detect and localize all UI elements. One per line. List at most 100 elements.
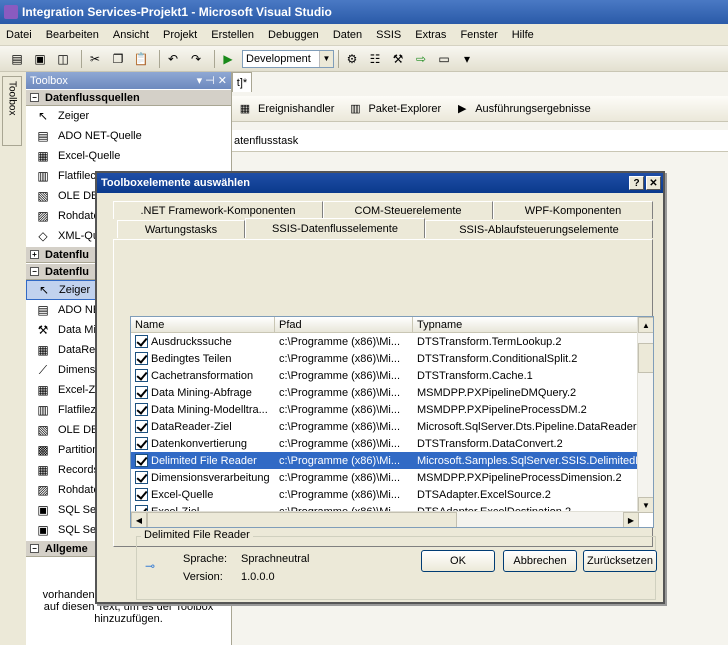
name-cell: Dimensionsverarbeitung (131, 471, 275, 484)
toolbar-options-icon[interactable]: ▾ (458, 50, 476, 68)
table-row[interactable]: Datenkonvertierung c:\Programme (x86)\Mi.… (131, 435, 653, 452)
ok-button[interactable]: OK (421, 550, 495, 572)
copy-icon[interactable]: ❐ (109, 50, 127, 68)
table-row[interactable]: Data Mining-Abfrage c:\Programme (x86)\Mi… (131, 384, 653, 401)
table-row[interactable]: Data Mining-Modelltra... c:\Programme (x8… (131, 401, 653, 418)
scroll-down-icon[interactable]: ▼ (638, 497, 653, 513)
menu-fenster[interactable]: Fenster (460, 29, 497, 41)
table-row[interactable]: DataReader-Ziel c:\Programme (x86)\Mi... M… (131, 418, 653, 435)
document-tab[interactable]: t]* (232, 72, 252, 92)
scroll-right-icon[interactable]: ▶ (623, 512, 639, 527)
chevron-down-icon[interactable]: ▼ (319, 50, 333, 67)
sql-server-icon: ▣ (37, 503, 49, 517)
item-checkbox[interactable] (135, 352, 148, 365)
toolbox-item-label: DataRe (58, 344, 96, 356)
save-icon[interactable]: ▣ (31, 50, 49, 68)
table-row[interactable]: Delimited File Reader c:\Programme (x86)\… (131, 452, 653, 469)
item-checkbox[interactable] (135, 471, 148, 484)
close-button[interactable]: ✕ (646, 176, 661, 190)
toolbox-item[interactable]: ↖ Zeiger (26, 106, 231, 126)
designer-subheader: atenflusstask (232, 130, 728, 152)
item-checkbox[interactable] (135, 488, 148, 501)
item-checkbox[interactable] (135, 437, 148, 450)
column-header-name[interactable]: Name (131, 317, 275, 332)
menu-daten[interactable]: Daten (333, 29, 362, 41)
help-button[interactable]: ? (629, 176, 644, 190)
toolbox-side-tab[interactable]: Toolbox (2, 76, 22, 146)
vertical-scrollbar[interactable]: ▲ ▼ (637, 317, 653, 513)
menu-bearbeiten[interactable]: Bearbeiten (46, 29, 99, 41)
scroll-thumb-horizontal[interactable] (147, 512, 457, 527)
toolbox-item-label: Rohdate (58, 484, 100, 496)
column-header-pfad[interactable]: Pfad (275, 317, 413, 332)
expand-icon[interactable]: + (30, 250, 39, 259)
table-row[interactable]: Ausdruckssuche c:\Programme (x86)\Mi... DT… (131, 333, 653, 350)
properties-icon[interactable]: ☷ (366, 50, 384, 68)
paste-icon[interactable]: 📋 (132, 50, 150, 68)
flatfile-source-icon: ▥ (37, 169, 49, 183)
toolbox-header-controls[interactable]: ▾ ⊣ ✕ (197, 74, 227, 87)
name-cell: DataReader-Ziel (131, 420, 275, 433)
reset-button[interactable]: Zurücksetzen (583, 550, 657, 572)
collapse-icon[interactable]: − (30, 544, 39, 553)
cut-icon[interactable]: ✂ (86, 50, 104, 68)
tab-wartungstasks[interactable]: Wartungstasks (117, 220, 245, 238)
window-icon[interactable]: ▭ (435, 50, 453, 68)
menu-debuggen[interactable]: Debuggen (268, 29, 319, 41)
menu-projekt[interactable]: Projekt (163, 29, 197, 41)
start-debug-icon[interactable]: ▶ (219, 50, 237, 68)
item-checkbox[interactable] (135, 420, 148, 433)
deploy-icon[interactable]: ⇨ (412, 50, 430, 68)
menu-erstellen[interactable]: Erstellen (211, 29, 254, 41)
column-header-typname[interactable]: Typname (413, 317, 639, 332)
scroll-left-icon[interactable]: ◀ (131, 512, 147, 527)
main-toolbar: ▤ ▣ ◫ ✂ ❐ 📋 ↶ ↷ ▶ Development ▼ ⚙ ☷ ⚒ ⇨ … (0, 46, 728, 72)
language-label: Sprache: (183, 553, 228, 565)
items-list[interactable]: Name Pfad Typname Ausdruckssuche c:\Program… (130, 316, 654, 528)
menu-ssis[interactable]: SSIS (376, 29, 401, 41)
designer-tab-1[interactable]: ▦ Ereignishandler (238, 102, 335, 116)
item-checkbox[interactable] (135, 386, 148, 399)
collapse-icon[interactable]: − (30, 267, 39, 276)
tab-com-steuerelemente[interactable]: COM-Steuerelemente (323, 201, 493, 219)
collapse-icon[interactable]: − (30, 93, 39, 102)
item-checkbox[interactable] (135, 369, 148, 382)
scroll-thumb[interactable] (638, 343, 653, 373)
item-name: Delimited File Reader (151, 454, 257, 467)
item-checkbox[interactable] (135, 403, 148, 416)
tab--net-framework-komponenten[interactable]: .NET Framework-Komponenten (113, 201, 323, 219)
table-row[interactable]: Bedingtes Teilen c:\Programme (x86)\Mi...… (131, 350, 653, 367)
menu-datei[interactable]: Datei (6, 29, 32, 41)
table-row[interactable]: Cachetransformation c:\Programme (x86)\Mi… (131, 367, 653, 384)
list-header: Name Pfad Typname (131, 317, 653, 333)
dialog-title: Toolboxelemente auswählen (101, 177, 250, 189)
designer-tab-2[interactable]: ▥ Paket-Explorer (348, 102, 441, 116)
tab-wpf-komponenten[interactable]: WPF-Komponenten (493, 201, 653, 219)
menu-hilfe[interactable]: Hilfe (512, 29, 534, 41)
undo-icon[interactable]: ↶ (164, 50, 182, 68)
toolbox-item[interactable]: ▦ Excel-Quelle (26, 146, 231, 166)
table-row[interactable]: Dimensionsverarbeitung c:\Programme (x86)… (131, 469, 653, 486)
toolbox-item[interactable]: ▤ ADO NET-Quelle (26, 126, 231, 146)
item-name: Datenkonvertierung (151, 437, 248, 450)
tab-ssis-datenflusselemente[interactable]: SSIS-Datenflusselemente (245, 218, 425, 238)
save-all-icon[interactable]: ◫ (54, 50, 72, 68)
package-explorer-icon: ▥ (350, 103, 361, 115)
menu-extras[interactable]: Extras (415, 29, 446, 41)
new-project-icon[interactable]: ▤ (8, 50, 26, 68)
solution-explorer-icon[interactable]: ⚙ (343, 50, 361, 68)
designer-tab-3[interactable]: ▶ Ausführungsergebnisse (455, 102, 591, 116)
configuration-combo[interactable]: Development ▼ (242, 49, 334, 68)
table-row[interactable]: Excel-Quelle c:\Programme (x86)\Mi... DTSA… (131, 486, 653, 503)
tools-icon[interactable]: ⚒ (389, 50, 407, 68)
menu-ansicht[interactable]: Ansicht (113, 29, 149, 41)
toolbox-title: Toolbox (30, 74, 68, 87)
horizontal-scrollbar[interactable]: ◀ ▶ (131, 511, 639, 527)
redo-icon[interactable]: ↷ (187, 50, 205, 68)
item-checkbox[interactable] (135, 454, 148, 467)
item-checkbox[interactable] (135, 335, 148, 348)
tab-ssis-ablaufsteuerungselemente[interactable]: SSIS-Ablaufsteuerungselemente (425, 220, 653, 238)
toolbox-section-header[interactable]: − Datenflussquellen (26, 89, 231, 106)
cancel-button[interactable]: Abbrechen (503, 550, 577, 572)
scroll-up-icon[interactable]: ▲ (638, 317, 653, 333)
